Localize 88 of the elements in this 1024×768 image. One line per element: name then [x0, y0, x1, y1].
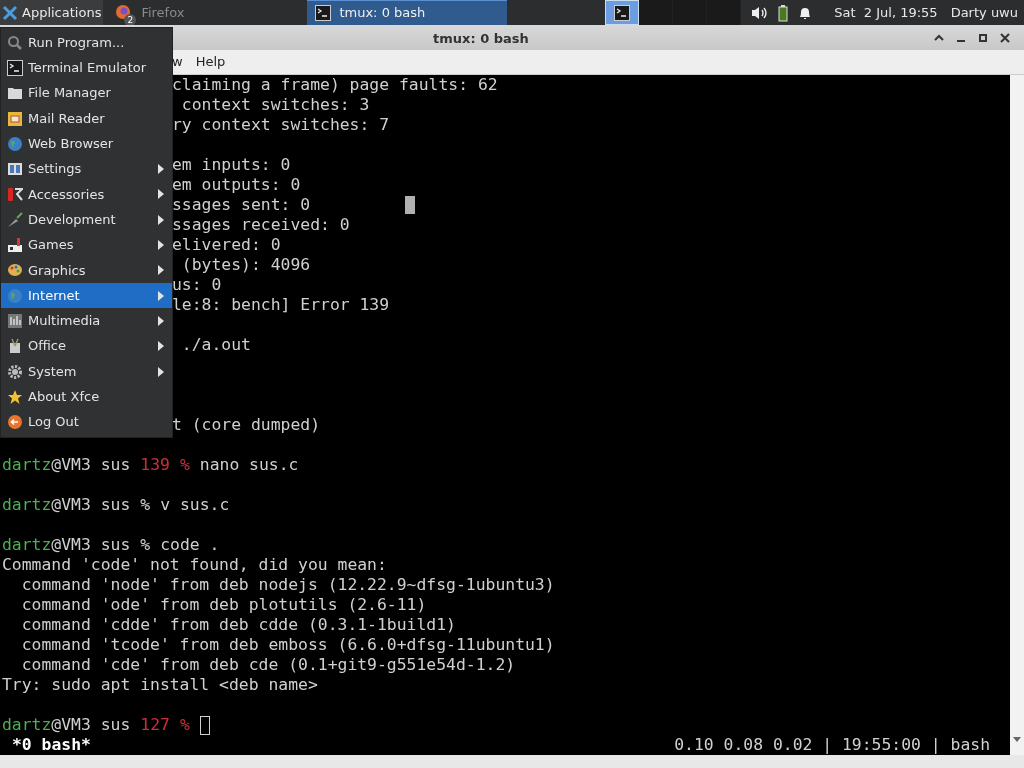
- command-text: nano sus.c: [199, 455, 299, 475]
- folder-icon: [7, 85, 23, 102]
- prompt-host: @VM3 sus: [51, 495, 131, 515]
- office-icon: [7, 338, 23, 355]
- terminal-output-line: us: 0: [172, 275, 222, 295]
- terminal-output-line: ssages sent: 0: [172, 195, 311, 215]
- taskbar-button[interactable]: 2 Firefox: [111, 0, 222, 25]
- search-icon: [7, 34, 23, 51]
- menu-item[interactable]: Web Browser: [1, 131, 172, 157]
- terminal-output-line: Command 'code' not found, did you mean:: [2, 555, 387, 575]
- terminal-output-line: em outputs: 0: [172, 175, 301, 195]
- globe-icon: [7, 135, 23, 152]
- mail-icon: [7, 110, 23, 127]
- menu-item[interactable]: File Manager: [1, 80, 172, 106]
- games-icon: [7, 237, 23, 253]
- terminal-output-line: ssages received: 0: [172, 215, 350, 235]
- exit-status: 139: [140, 455, 170, 475]
- menu-item[interactable]: Settings: [1, 156, 172, 182]
- maximize-icon[interactable]: [978, 32, 988, 43]
- exit-status: 127: [140, 715, 170, 735]
- prompt-symbol: %: [179, 455, 190, 475]
- terminal-output-line: command 'ode' from deb plotutils (2.6-11): [20, 595, 427, 615]
- window-title: tmux: 0 bash: [433, 30, 529, 48]
- terminal-output-line: claiming a frame) page faults: 62: [172, 75, 498, 95]
- tmux-window-tab[interactable]: *0 bash*: [0, 735, 91, 755]
- terminal-icon: [7, 59, 23, 76]
- terminal-output-line: elivered: 0: [172, 235, 281, 255]
- xfce-icon: [2, 4, 18, 21]
- close-icon[interactable]: [1000, 32, 1010, 43]
- menu-bar-item[interactable]: Help: [195, 52, 226, 72]
- prompt-host: @VM3 sus: [51, 715, 131, 735]
- menu-item[interactable]: Internet: [1, 282, 172, 309]
- prompt-host: @VM3 sus: [51, 535, 131, 555]
- logout-icon: [7, 414, 23, 431]
- menu-item[interactable]: Graphics: [1, 257, 172, 283]
- palette-icon: [7, 262, 23, 279]
- menu-item[interactable]: Games: [1, 232, 172, 258]
- battery-icon[interactable]: [778, 3, 789, 22]
- terminal-output-line: command 'tcode' from deb emboss (6.6.0+dfsg-11ubuntu1): [20, 635, 555, 655]
- globe-icon: [7, 287, 23, 304]
- prompt-symbol: %: [179, 715, 190, 735]
- menu-item[interactable]: Accessories: [1, 181, 172, 208]
- menu-item[interactable]: Office: [1, 333, 172, 359]
- scrollbar[interactable]: [1010, 75, 1024, 755]
- terminal-output-line: le:8: bench] Error 139: [172, 295, 390, 315]
- tmux-status-info: 0.10 0.08 0.02 | 19:55:00 | bash: [674, 735, 991, 755]
- star-icon: [7, 388, 23, 405]
- terminal-output-line: t (core dumped): [172, 415, 321, 435]
- prompt-user: dartz: [2, 535, 52, 555]
- terminal-output-line: em inputs: 0: [172, 155, 291, 175]
- menu-item[interactable]: System: [1, 358, 172, 385]
- terminal-output-line: (bytes): 4096: [180, 255, 311, 275]
- terminal-output-line: command 'cde' from deb cde (0.1+git9-g551e54d-1.2): [20, 655, 516, 675]
- clock-text[interactable]: Sat 2 Jul, 19:55: [834, 2, 938, 23]
- user-name[interactable]: Darty uwu: [950, 2, 1018, 23]
- prompt-symbol: %: [140, 535, 151, 555]
- menu-item[interactable]: Terminal Emulator: [1, 55, 172, 81]
- menu-item[interactable]: Multimedia: [1, 308, 172, 334]
- terminal-output-line: command 'node' from deb nodejs (12.22.9~dfsg-1ubuntu3): [20, 575, 555, 595]
- settings-icon: [7, 161, 23, 178]
- terminal-output-line: ./a.out: [180, 335, 251, 355]
- prompt-user: dartz: [2, 715, 52, 735]
- menu-bar-item[interactable]: w: [172, 52, 183, 72]
- multimedia-icon: [7, 312, 23, 329]
- terminal-output-line: context switches: 3: [180, 95, 370, 115]
- menu-item[interactable]: About Xfce: [1, 384, 172, 410]
- terminal-output-line: Try: sudo apt install <deb name>: [2, 675, 318, 695]
- menu-item[interactable]: Run Program...: [1, 30, 172, 56]
- prompt-host: @VM3 sus: [51, 455, 131, 475]
- accessories-icon: [7, 186, 23, 203]
- prompt-symbol: %: [140, 495, 151, 515]
- taskbar-button[interactable]: tmux: 0 bash: [307, 0, 508, 25]
- terminal-icon: [614, 4, 631, 21]
- menu-item[interactable]: Mail Reader: [1, 105, 172, 132]
- menu-item[interactable]: Development: [1, 207, 172, 233]
- scroll-down-icon[interactable]: [1013, 737, 1021, 743]
- shade-icon[interactable]: [934, 32, 944, 43]
- command-text: code .: [160, 535, 220, 555]
- terminal-icon: [315, 5, 332, 21]
- prompt-user: dartz: [2, 455, 52, 475]
- terminal-output-line: ry context switches: 7: [172, 115, 390, 135]
- command-text: v sus.c: [160, 495, 230, 515]
- applications-menu-button[interactable]: Applications: [0, 0, 104, 25]
- gear-icon: [7, 363, 23, 380]
- prompt-user: dartz: [2, 495, 52, 515]
- terminal-output-line: command 'cdde' from deb cdde (0.3.1-1build1): [20, 615, 456, 635]
- menu-item[interactable]: Log Out: [1, 409, 172, 435]
- volume-icon[interactable]: [751, 4, 770, 21]
